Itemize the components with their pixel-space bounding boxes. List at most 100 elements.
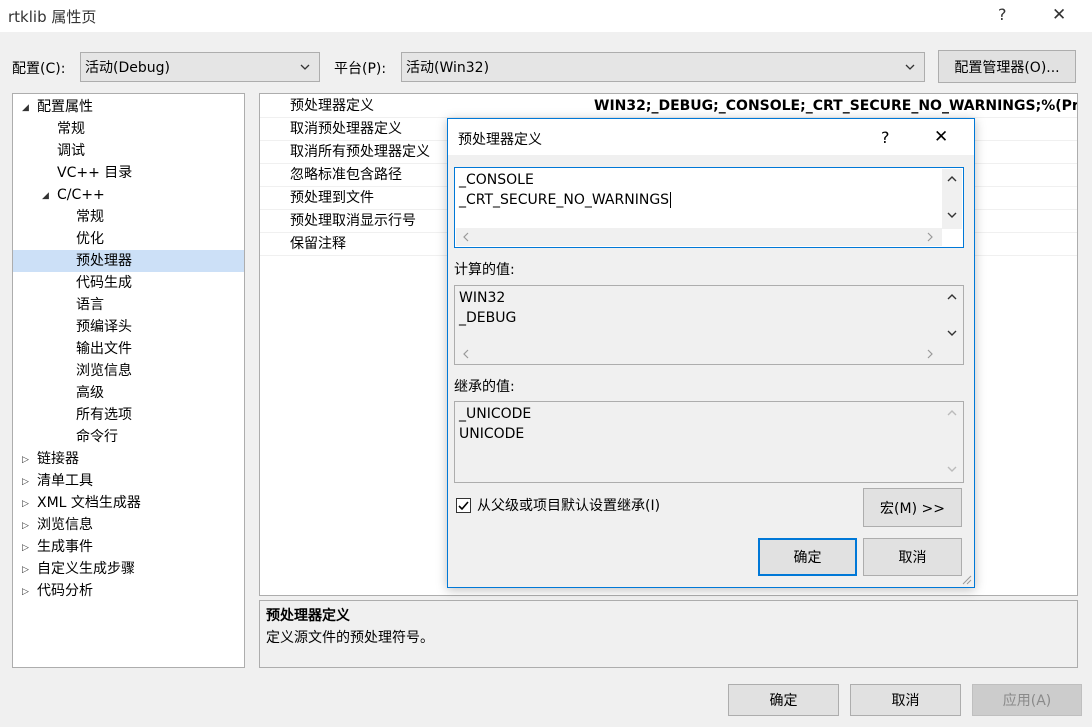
value-line: _UNICODE: [459, 406, 532, 422]
property-row[interactable]: 预处理器定义 WIN32;_DEBUG;_CONSOLE;_CRT_SECURE_…: [260, 95, 1077, 118]
horizontal-scrollbar[interactable]: [456, 228, 942, 246]
tree-item[interactable]: 代码生成: [13, 272, 244, 294]
config-manager-button[interactable]: 配置管理器(O)...: [938, 50, 1076, 83]
vertical-scrollbar[interactable]: [942, 287, 962, 347]
tree-item[interactable]: ▷ 浏览信息: [13, 514, 244, 536]
tree-item-label: 预编译头: [76, 319, 132, 335]
apply-button[interactable]: 应用(A): [972, 684, 1082, 716]
property-name: 取消预处理器定义: [290, 121, 402, 137]
chevron-right-icon[interactable]: [924, 231, 936, 243]
tree-item[interactable]: 常规: [13, 118, 244, 140]
tree-item[interactable]: ▷ 代码分析: [13, 580, 244, 602]
tree-item[interactable]: ▷ 自定义生成步骤: [13, 558, 244, 580]
expand-arrow-icon[interactable]: ▷: [22, 581, 29, 603]
tree-item-label: 链接器: [37, 451, 79, 467]
tree-item-label: 清单工具: [37, 473, 93, 489]
tree-item[interactable]: 常规: [13, 206, 244, 228]
horizontal-scrollbar[interactable]: [456, 345, 942, 363]
value-line: _CRT_SECURE_NO_WARNINGS: [459, 192, 672, 208]
tree-item[interactable]: VC++ 目录: [13, 162, 244, 184]
chevron-down-icon: [947, 466, 957, 472]
definitions-editor[interactable]: _CONSOLE _CRT_SECURE_NO_WARNINGS: [454, 167, 964, 248]
dialog-titlebar: 预处理器定义 ? ✕: [448, 119, 974, 155]
ok-button[interactable]: 确定: [728, 684, 839, 716]
tree-item-label: 预处理器: [76, 253, 132, 269]
collapse-arrow-icon[interactable]: ◢: [42, 185, 49, 207]
tree-item-label: 优化: [76, 231, 104, 247]
tree-item[interactable]: ▷ 链接器: [13, 448, 244, 470]
chevron-down-icon[interactable]: [946, 209, 958, 221]
tree-item[interactable]: 高级: [13, 382, 244, 404]
tree-item[interactable]: 输出文件: [13, 338, 244, 360]
inherit-checkbox-label: 从父级或项目默认设置继承(I): [477, 498, 661, 514]
chevron-down-icon[interactable]: [946, 327, 958, 339]
chevron-up-icon[interactable]: [946, 291, 958, 303]
description-text: 定义源文件的预处理符号。: [266, 630, 434, 646]
property-value[interactable]: WIN32;_DEBUG;_CONSOLE;_CRT_SECURE_NO_WAR…: [594, 95, 1077, 118]
platform-select-value: 活动(Win32): [406, 60, 490, 76]
expand-arrow-icon[interactable]: ▷: [22, 515, 29, 537]
tree-item[interactable]: 所有选项: [13, 404, 244, 426]
tree-item-label: C/C++: [57, 187, 105, 203]
property-name: 预处理到文件: [290, 190, 374, 206]
tree-item-label: 输出文件: [76, 341, 132, 357]
expand-arrow-icon[interactable]: ▷: [22, 471, 29, 493]
property-name: 保留注释: [290, 236, 346, 252]
tree-item[interactable]: ▷ XML 文档生成器: [13, 492, 244, 514]
tree-item-label: 常规: [57, 121, 85, 137]
tree-item-label: 常规: [76, 209, 104, 225]
tree-item[interactable]: 优化: [13, 228, 244, 250]
inherited-values-label: 继承的值:: [454, 379, 515, 395]
value-line: UNICODE: [459, 426, 525, 442]
dialog-cancel-button[interactable]: 取消: [863, 538, 962, 576]
tree-item[interactable]: ▷ 清单工具: [13, 470, 244, 492]
cancel-button[interactable]: 取消: [850, 684, 961, 716]
resize-grip-icon[interactable]: [960, 573, 972, 585]
tree-item-label: 高级: [76, 385, 104, 401]
tree-item-label: 浏览信息: [37, 517, 93, 533]
checkbox-checked-icon[interactable]: [456, 497, 471, 513]
help-icon[interactable]: ?: [998, 5, 1007, 24]
property-name: 预处理取消显示行号: [290, 213, 416, 229]
tree-item-label: 生成事件: [37, 539, 93, 555]
close-icon[interactable]: ✕: [934, 127, 948, 147]
platform-select[interactable]: 活动(Win32): [401, 52, 925, 82]
expand-arrow-icon[interactable]: ▷: [22, 493, 29, 515]
tree-item[interactable]: ◢ 配置属性: [13, 96, 244, 118]
description-panel: 预处理器定义 定义源文件的预处理符号。: [259, 600, 1078, 668]
tree-item-label: 配置属性: [37, 99, 93, 115]
tree-item-label: 语言: [76, 297, 104, 313]
inherit-checkbox[interactable]: 从父级或项目默认设置继承(I): [456, 495, 660, 515]
tree-item-label: 浏览信息: [76, 363, 132, 379]
expand-arrow-icon[interactable]: ▷: [22, 537, 29, 559]
close-icon[interactable]: ✕: [1052, 5, 1066, 25]
category-tree: ◢ 配置属性 常规 调试 VC++ 目录 ◢ C/C++ 常规 优化 预处理器 代码生成 语言 预编译头…: [12, 93, 245, 668]
chevron-right-icon[interactable]: [924, 348, 936, 360]
tree-item[interactable]: 浏览信息: [13, 360, 244, 382]
config-select[interactable]: 活动(Debug): [80, 52, 320, 82]
expand-arrow-icon[interactable]: ▷: [22, 449, 29, 471]
description-title: 预处理器定义: [266, 608, 350, 624]
dialog-ok-button[interactable]: 确定: [758, 538, 857, 576]
chevron-up-icon[interactable]: [946, 173, 958, 185]
expand-arrow-icon[interactable]: ▷: [22, 559, 29, 581]
tree-item[interactable]: ▷ 生成事件: [13, 536, 244, 558]
tree-item[interactable]: 预编译头: [13, 316, 244, 338]
tree-item[interactable]: ◢ C/C++: [13, 184, 244, 206]
macros-button[interactable]: 宏(M) >>: [863, 488, 962, 527]
tree-item-label: 调试: [57, 143, 85, 159]
chevron-left-icon[interactable]: [460, 348, 472, 360]
window-title: rtklib 属性页: [8, 8, 97, 26]
help-icon[interactable]: ?: [881, 128, 890, 147]
tree-item[interactable]: 命令行: [13, 426, 244, 448]
property-name: 忽略标准包含路径: [290, 167, 402, 183]
dialog-title: 预处理器定义: [458, 132, 542, 148]
vertical-scrollbar[interactable]: [942, 169, 962, 229]
tree-item[interactable]: 调试: [13, 140, 244, 162]
chevron-left-icon[interactable]: [460, 231, 472, 243]
tree-item[interactable]: 语言: [13, 294, 244, 316]
property-name: 取消所有预处理器定义: [290, 144, 430, 160]
tree-item[interactable]: 预处理器: [13, 250, 244, 272]
collapse-arrow-icon[interactable]: ◢: [22, 97, 29, 119]
config-label: 配置(C):: [12, 61, 66, 77]
